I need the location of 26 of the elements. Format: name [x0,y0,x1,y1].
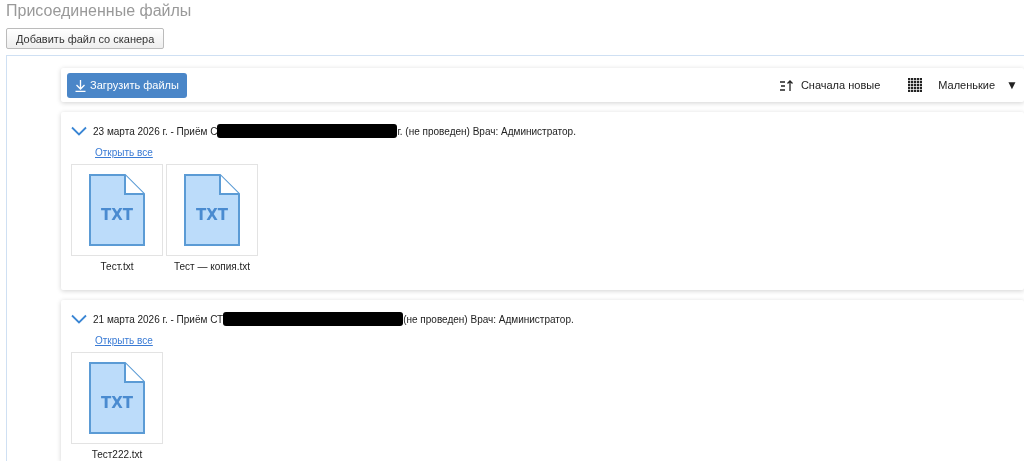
group-title: (не проведен) Врач: Администратор. [403,313,574,325]
text-file-icon: TXT [89,362,145,434]
group-title: 21 марта 2026 г. - Приём СТ [93,313,224,325]
file-name: Тест — копия.txt [173,261,250,272]
scanner-button[interactable]: Добавить файл со сканера [6,28,165,49]
sort-icon [778,78,793,92]
open-all-link[interactable]: Открыть все [95,335,153,346]
upload-button[interactable]: Загрузить файлы [67,72,187,98]
chevron-down-icon[interactable] [71,126,87,136]
sort-button[interactable]: Сначала новые [778,78,881,92]
file-thumbnail[interactable]: TXT [166,164,258,256]
grid-icon [908,78,923,92]
file-thumbnail[interactable]: TXT [71,164,163,256]
group-title: г. (не проведен) Врач: Администратор. [397,125,576,137]
page-title: Присоединенные файлы [6,1,193,21]
size-dropdown[interactable]: Маленькие ▼ [938,78,1018,92]
caret-icon: ▼ [1006,78,1018,92]
file-name: Тест.txt [100,261,134,272]
download-icon [75,78,86,92]
text-file-icon: TXT [89,174,145,246]
group-title: 23 марта 2026 г. - Приём С [93,125,218,137]
file-name: Тест222.txt [91,449,143,460]
chevron-down-icon[interactable] [71,314,87,324]
text-file-icon: TXT [184,174,240,246]
file-thumbnail[interactable]: TXT [71,352,163,444]
open-all-link[interactable]: Открыть все [95,147,153,158]
